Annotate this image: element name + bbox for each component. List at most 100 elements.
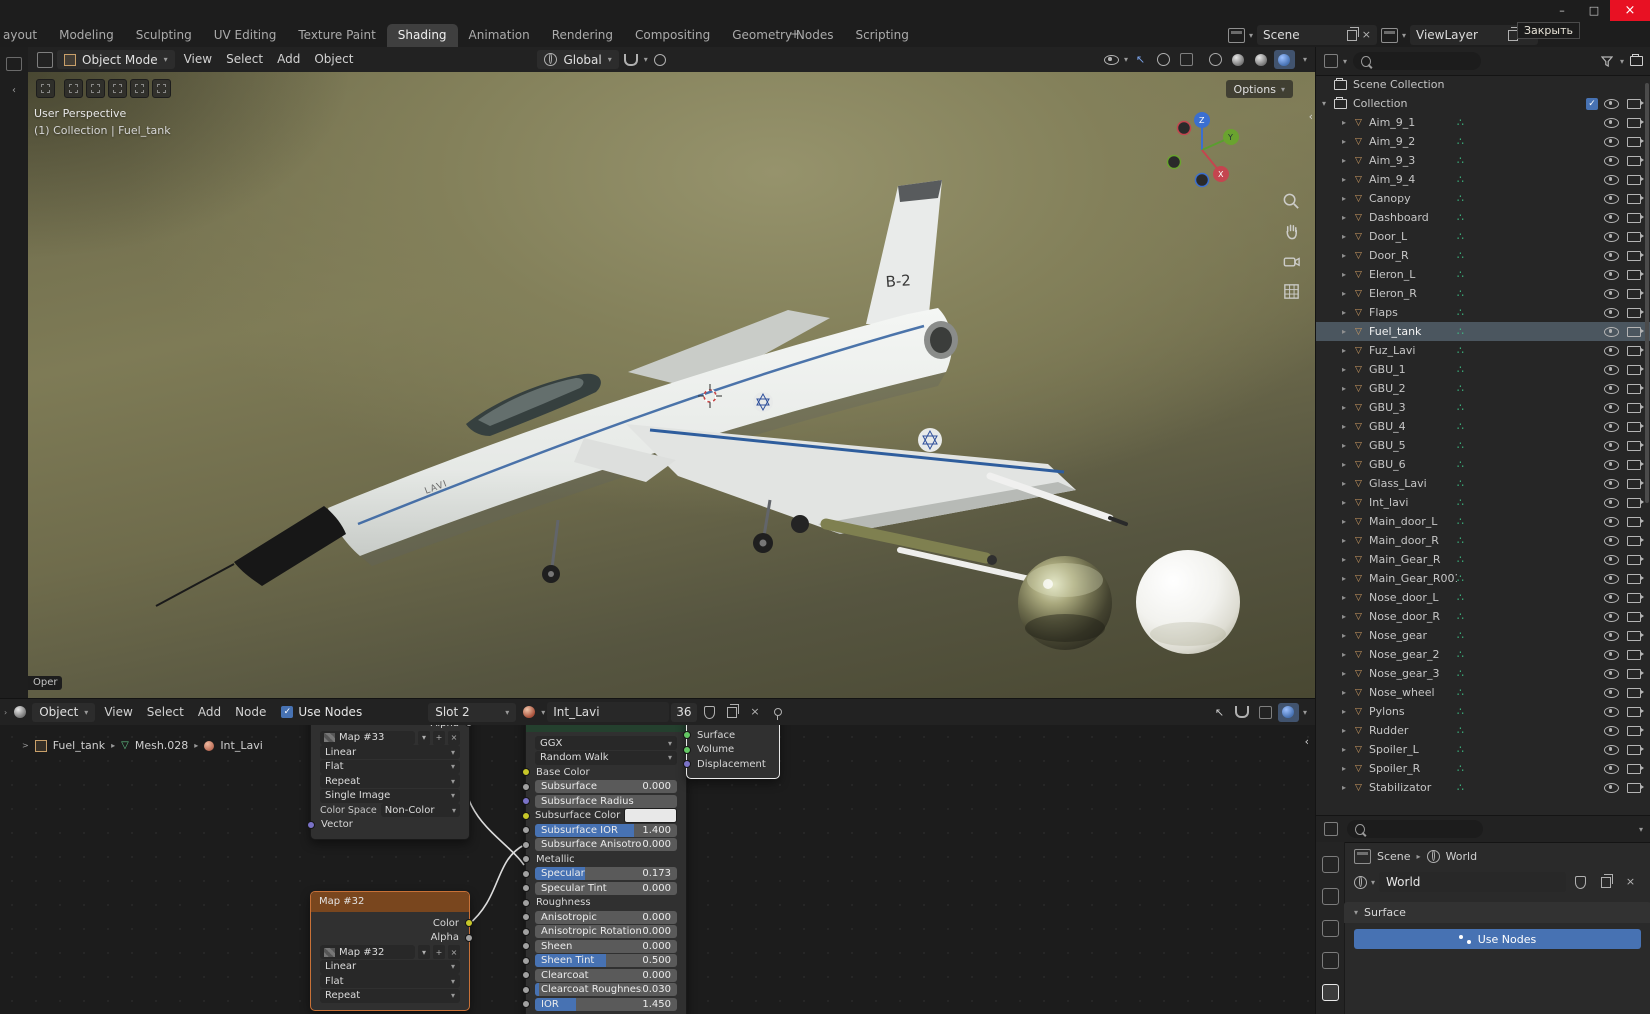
disable-render-toggle[interactable] <box>1627 763 1644 774</box>
node-row[interactable]: Alpha Alpha Alpha▾ Alpha Alpha <box>320 931 473 944</box>
fake-user-shield-icon[interactable] <box>699 703 720 722</box>
outliner-search[interactable] <box>1353 52 1481 70</box>
hide-viewport-toggle[interactable] <box>1604 668 1619 679</box>
node-slider[interactable]: Clearcoat Roughness 0.030 <box>535 983 677 996</box>
workspace-tab[interactable]: Rendering <box>541 24 624 47</box>
disable-render-toggle[interactable] <box>1627 269 1644 280</box>
expand-arrow-icon[interactable]: ▸ <box>1342 726 1355 735</box>
snap-dropdown[interactable]: ▾ <box>644 55 648 64</box>
world-tab-icon[interactable] <box>1321 984 1339 1001</box>
workspace-tab[interactable]: UV Editing <box>203 24 288 47</box>
disable-render-toggle[interactable] <box>1627 516 1644 527</box>
mode-dropdown[interactable]: Object Mode ▾ <box>57 50 175 69</box>
expand-arrow-icon[interactable]: ▸ <box>1342 308 1355 317</box>
pan-hand-icon[interactable] <box>1282 222 1301 241</box>
fighter-jet-model[interactable]: B-2 LAVI <box>155 180 1128 607</box>
outliner-object-row[interactable]: ▸ ▽ Nose_gear_2 ∴ <box>1316 645 1650 664</box>
disable-render-toggle[interactable] <box>1627 706 1644 717</box>
expand-arrow-icon[interactable]: ▸ <box>1342 764 1355 773</box>
expand-arrow-icon[interactable]: ▸ <box>1342 422 1355 431</box>
node-row[interactable]: Repeat Repeat Repeat▾ Repeat Repeat <box>320 774 460 788</box>
node-row[interactable]: Subsurface Radius Subsurface Radius Subs… <box>522 794 677 808</box>
hide-viewport-toggle[interactable] <box>1604 212 1619 223</box>
node-row[interactable]: Repeat Repeat Repeat▾ Repeat Repeat <box>320 988 460 1003</box>
unlink-scene-icon[interactable]: × <box>1362 29 1371 40</box>
rendered-shading-button[interactable] <box>1273 50 1295 69</box>
node-row[interactable]: Surface Surface Surface Surface Surface … <box>683 729 770 742</box>
object-name[interactable]: Canopy <box>1369 192 1457 205</box>
render-tab-icon[interactable] <box>1321 888 1339 905</box>
viewlayer-browse-icon[interactable] <box>1380 27 1398 43</box>
hide-viewport-toggle[interactable] <box>1604 630 1619 641</box>
color-field-row[interactable]: Subsurface Color <box>535 808 677 823</box>
material-slot-dropdown[interactable]: Slot 2 ▾ <box>428 702 517 722</box>
outliner-object-row[interactable]: ▸ ▽ Nose_gear_3 ∴ <box>1316 664 1650 683</box>
expand-arrow-icon[interactable]: ▸ <box>1342 175 1355 184</box>
outliner-object-row[interactable]: ▸ ▽ GBU_3 ∴ <box>1316 398 1650 417</box>
object-name[interactable]: Glass_Lavi <box>1369 477 1457 490</box>
outliner-scrollbar[interactable] <box>1645 83 1649 503</box>
expand-arrow-icon[interactable]: ▸ <box>1342 612 1355 621</box>
disable-render-toggle[interactable] <box>1627 630 1644 641</box>
disable-render-toggle[interactable] <box>1627 231 1644 242</box>
grid-ortho-icon[interactable] <box>1282 282 1301 301</box>
node-slider[interactable]: IOR 1.450 <box>535 997 677 1011</box>
expand-icon[interactable]: > <box>22 741 29 750</box>
node-socket[interactable] <box>522 898 530 907</box>
node-socket[interactable] <box>465 725 473 727</box>
new-image-icon[interactable]: + <box>433 945 445 959</box>
expand-arrow-icon[interactable]: ▸ <box>1342 194 1355 203</box>
node-slider[interactable]: Specular 0.173 <box>535 867 677 880</box>
node-slider[interactable]: Subsurface Radius <box>535 794 677 808</box>
outliner-object-row[interactable]: ▸ ▽ Stabilizator ∴ <box>1316 778 1650 797</box>
object-name[interactable]: Door_R <box>1369 249 1457 262</box>
new-image-icon[interactable]: + <box>433 730 445 745</box>
node-socket[interactable] <box>465 919 473 927</box>
node-slider[interactable]: Subsurface Anisotropy0.000 <box>535 838 677 851</box>
hide-viewport-toggle[interactable] <box>1604 459 1619 470</box>
hide-viewport-toggle[interactable] <box>1604 307 1619 318</box>
expand-arrow-icon[interactable]: ▸ <box>1342 251 1355 260</box>
hide-viewport-toggle[interactable] <box>1604 326 1619 337</box>
outliner-object-row[interactable]: ▸ ▽ Fuel_tank ∴ <box>1316 322 1650 341</box>
disable-render-toggle[interactable] <box>1627 250 1644 261</box>
node-socket[interactable] <box>307 820 315 829</box>
node-socket[interactable] <box>522 971 530 979</box>
node-socket[interactable] <box>522 956 530 965</box>
scene-collection-row[interactable]: Scene Collection <box>1316 75 1650 94</box>
node-dropdown[interactable]: Single Image ▾ <box>320 788 460 803</box>
hide-viewport-toggle[interactable] <box>1604 288 1619 299</box>
principled-bsdf-node[interactable]: GGX GGX GGX▾ GGX GGX <box>522 725 687 1014</box>
node-row[interactable]: Sheen Sheen Sheen▾ Sheen0.000 Sheen <box>522 939 677 953</box>
expand-toolbar-icon[interactable]: ‹ <box>0 85 28 96</box>
outliner-object-row[interactable]: ▸ ▽ GBU_6 ∴ <box>1316 455 1650 474</box>
hide-viewport-toggle[interactable] <box>1604 136 1619 147</box>
disable-render-toggle[interactable] <box>1627 573 1644 584</box>
color-swatch[interactable] <box>624 808 677 823</box>
chevron-down-icon[interactable]: ▾ <box>1639 825 1643 834</box>
workspace-tab[interactable]: Scripting <box>844 24 919 47</box>
slot-preview-toggle[interactable] <box>1277 702 1299 722</box>
outliner-object-row[interactable]: ▸ ▽ Nose_gear ∴ <box>1316 626 1650 645</box>
overlays-toggle[interactable] <box>1153 50 1174 69</box>
node-socket[interactable] <box>522 1000 530 1008</box>
node-row[interactable]: Specular Tint Specular Tint Specular Tin… <box>522 881 677 895</box>
scene-browse-icon[interactable] <box>1227 27 1245 43</box>
object-name[interactable]: Dashboard <box>1369 211 1457 224</box>
outliner-object-row[interactable]: ▸ ▽ Glass_Lavi ∴ <box>1316 474 1650 493</box>
node-row[interactable]: Linear Linear Linear▾ Linear Linear <box>320 745 460 759</box>
node-socket[interactable] <box>522 797 530 805</box>
node-socket[interactable] <box>522 913 530 921</box>
display-mode-dropdown[interactable] <box>1320 52 1341 71</box>
new-world-icon[interactable] <box>1595 873 1616 892</box>
hide-viewport-toggle[interactable] <box>1604 193 1619 204</box>
hide-viewport-toggle[interactable] <box>1604 687 1619 698</box>
unlink-image-icon[interactable]: × <box>448 730 460 745</box>
object-name[interactable]: Main_Gear_R001 <box>1369 572 1457 585</box>
node-row[interactable]: GGX GGX GGX▾ GGX GGX <box>535 736 677 750</box>
node-row[interactable]: IOR IOR IOR▾ IOR1.450 IOR <box>522 997 677 1011</box>
hide-viewport-toggle[interactable] <box>1604 231 1619 242</box>
hide-viewport-toggle[interactable] <box>1604 497 1619 508</box>
object-name[interactable]: GBU_1 <box>1369 363 1457 376</box>
object-name[interactable]: Fuz_Lavi <box>1369 344 1457 357</box>
